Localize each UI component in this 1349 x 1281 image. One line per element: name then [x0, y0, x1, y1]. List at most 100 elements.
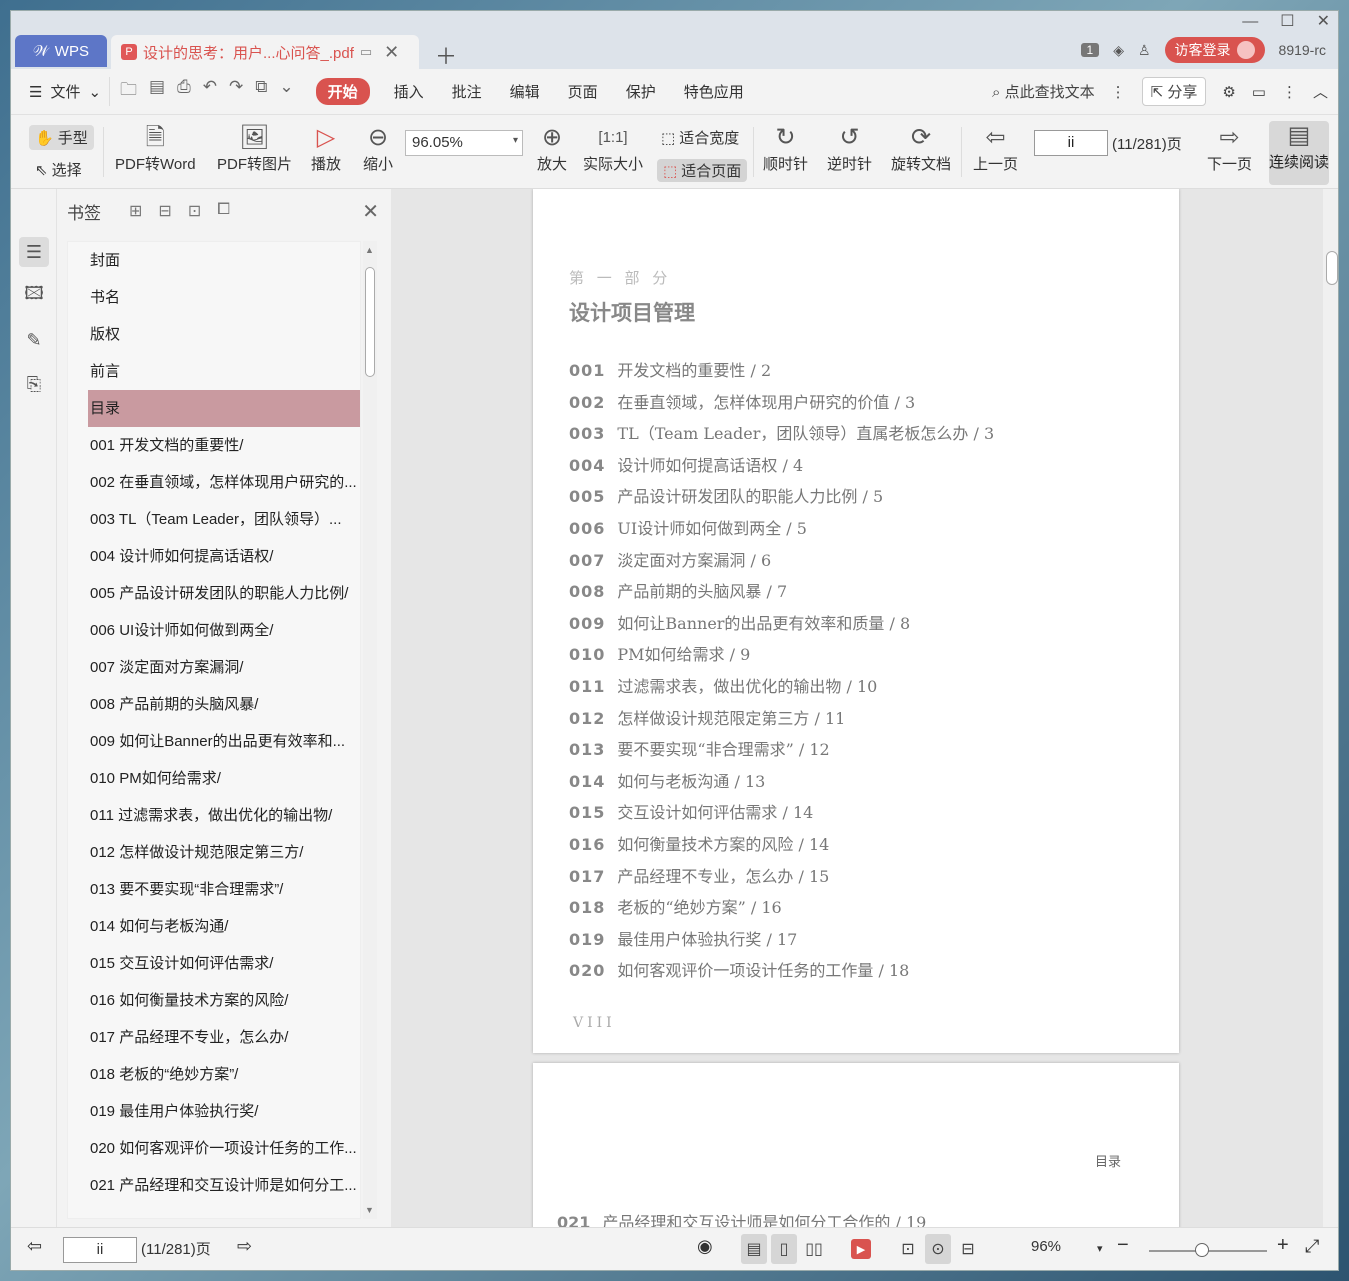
zoom-in-icon[interactable]: + — [1277, 1234, 1289, 1257]
bookmark-item[interactable]: 012 怎样做设计规范限定第三方/ — [68, 834, 360, 871]
add-bookmark-icon[interactable]: ⊡ — [188, 201, 201, 221]
bookmark-item[interactable]: 021 产品经理和交互设计师是如何分工... — [68, 1167, 360, 1204]
tab-start[interactable]: 开始 — [315, 78, 370, 105]
document-tab[interactable]: P 设计的思考：用户...心问答_.pdf ▭ ✕ — [111, 35, 419, 69]
maximize-icon[interactable]: ☐ — [1280, 11, 1294, 33]
next-page-button[interactable]: ⇨ 下一页 — [1207, 123, 1252, 174]
next-page-arrow-icon[interactable]: ⇨ — [237, 1236, 252, 1257]
rotate-clockwise-button[interactable]: ↻ 顺时针 — [763, 123, 808, 174]
fit-width-icon[interactable]: ⊟ — [955, 1234, 981, 1264]
shirt-icon[interactable]: ♙ — [1138, 42, 1151, 59]
zoom-percentage[interactable]: 96% — [1031, 1238, 1061, 1255]
bookmark-item[interactable]: 005 产品设计研发团队的职能人力比例/ — [68, 575, 360, 612]
tab-protect[interactable]: 保护 — [612, 81, 670, 102]
eye-protection-icon[interactable]: ◉ — [697, 1236, 713, 1257]
open-folder-icon[interactable]: 🗀 — [120, 77, 137, 106]
toc-entry[interactable]: 021 产品经理和交互设计师是如何分工合作的 / 19 — [557, 1209, 926, 1227]
single-page-view-icon[interactable]: ▯ — [771, 1234, 797, 1264]
bookmark-item[interactable]: 008 产品前期的头脑风暴/ — [68, 686, 360, 723]
close-window-icon[interactable]: ✕ — [1317, 11, 1330, 33]
thumbnail-icon[interactable]: 🖾 — [19, 281, 49, 311]
toc-entry[interactable]: 018 老板的“绝妙方案” / 16 — [569, 892, 1169, 924]
collapse-all-icon[interactable]: ⊟ — [158, 201, 171, 221]
minimize-icon[interactable]: — — [1242, 11, 1258, 33]
zoom-in-button[interactable]: ⊕ 放大 — [537, 123, 567, 174]
tab-page[interactable]: 页面 — [554, 81, 612, 102]
share-button[interactable]: ⇱ 分享 — [1141, 77, 1207, 106]
play-button[interactable]: ▷ 播放 — [311, 123, 341, 174]
status-page-input[interactable]: ii — [63, 1237, 137, 1263]
tab-edit[interactable]: 编辑 — [496, 81, 554, 102]
bookmark-item[interactable]: 006 UI设计师如何做到两全/ — [68, 612, 360, 649]
toc-entry[interactable]: 012 怎样做设计规范限定第三方 / 11 — [569, 703, 1169, 735]
bookmark-settings-icon[interactable]: ⧠ — [217, 201, 230, 221]
annotation-icon[interactable]: ✎ — [19, 325, 49, 355]
export-icon[interactable]: ⧉ — [255, 77, 267, 106]
toc-entry[interactable]: 010 PM如何给需求 / 9 — [569, 639, 1169, 671]
file-menu[interactable]: ☰ 文件 ⌄ — [11, 81, 101, 102]
expand-all-icon[interactable]: ⊞ — [129, 201, 142, 221]
bookmark-item[interactable]: 目录 — [88, 390, 360, 427]
bookmark-item[interactable]: 016 如何衡量技术方案的风险/ — [68, 982, 360, 1019]
skin-icon[interactable]: ◈ — [1113, 42, 1124, 59]
document-viewport[interactable]: 第 一 部 分 设计项目管理 001 开发文档的重要性 / 2 002 在垂直领域，怎… — [391, 189, 1338, 1227]
comment-icon[interactable]: ▭ — [1252, 83, 1266, 101]
tab-special-apps[interactable]: 特色应用 — [670, 81, 758, 102]
collapse-ribbon-icon[interactable]: ︿ — [1313, 81, 1328, 102]
bookmark-item[interactable]: 010 PM如何给需求/ — [68, 760, 360, 797]
fit-page-icon[interactable]: ⊙ — [925, 1234, 951, 1264]
prev-page-arrow-icon[interactable]: ⇦ — [27, 1236, 42, 1257]
scroll-up-icon[interactable]: ▲ — [365, 245, 374, 255]
two-page-view-icon[interactable]: ▯▯ — [801, 1234, 827, 1264]
bookmark-item[interactable]: 版权 — [68, 316, 360, 353]
guest-login-button[interactable]: 访客登录 — [1164, 37, 1265, 63]
bookmark-item[interactable]: 014 如何与老板沟通/ — [68, 908, 360, 945]
bookmark-item[interactable]: 009 如何让Banner的出品更有效率和... — [68, 723, 360, 760]
more-vertical-icon[interactable]: ⋮ — [1111, 83, 1126, 101]
toc-entry[interactable]: 002 在垂直领域，怎样体现用户研究的价值 / 3 — [569, 387, 1169, 419]
zoom-slider[interactable] — [1149, 1243, 1267, 1257]
rotate-counterclockwise-button[interactable]: ↺ 逆时针 — [827, 123, 872, 174]
pdf-to-image-button[interactable]: 🖼 PDF转图片 — [217, 123, 292, 174]
bookmark-scrollbar[interactable]: ▲ ▼ — [363, 241, 377, 1219]
new-tab-button[interactable]: ＋ — [435, 39, 457, 71]
previous-page-button[interactable]: ⇦ 上一页 — [973, 123, 1018, 174]
fit-width-button[interactable]: ⬚ 适合宽度 — [661, 127, 739, 148]
toc-entry[interactable]: 017 产品经理不专业，怎么办 / 15 — [569, 861, 1169, 893]
scrollbar-thumb[interactable] — [1326, 251, 1338, 285]
signature-icon[interactable]: ⎘ — [19, 369, 49, 399]
page-number-input[interactable]: ii — [1034, 130, 1108, 156]
pdf-to-word-button[interactable]: 🗎 PDF转Word — [115, 123, 196, 174]
fit-page-button[interactable]: ⬚ 适合页面 — [657, 159, 748, 182]
chevron-down-icon[interactable]: ▾ — [1097, 1242, 1103, 1255]
continuous-view-icon[interactable]: ▤ — [741, 1234, 767, 1264]
bookmark-item[interactable]: 007 淡定面对方案漏洞/ — [68, 649, 360, 686]
scrollbar-thumb[interactable] — [365, 267, 375, 377]
zoom-select[interactable]: 96.05% ▾ — [405, 130, 523, 156]
wps-home-tab[interactable]: 𝒲 WPS — [15, 35, 107, 67]
play-icon[interactable]: ▶ — [851, 1239, 871, 1259]
bookmark-item[interactable]: 004 设计师如何提高话语权/ — [68, 538, 360, 575]
toc-entry[interactable]: 020 如何客观评价一项设计任务的工作量 / 18 — [569, 955, 1169, 987]
close-tab-icon[interactable]: ✕ — [384, 42, 399, 63]
bookmark-item[interactable]: 011 过滤需求表，做出优化的输出物/ — [68, 797, 360, 834]
continuous-read-button[interactable]: ▤ 连续阅读 — [1269, 121, 1329, 185]
toc-entry[interactable]: 019 最佳用户体验执行奖 / 17 — [569, 924, 1169, 956]
toc-entry[interactable]: 013 要不要实现“非合理需求” / 12 — [569, 734, 1169, 766]
bookmark-item[interactable]: 019 最佳用户体验执行奖/ — [68, 1093, 360, 1130]
toc-entry[interactable]: 003 TL（Team Leader，团队领导）直属老板怎么办 / 3 — [569, 418, 1169, 450]
bookmark-item[interactable]: 013 要不要实现“非合理需求”/ — [68, 871, 360, 908]
close-panel-icon[interactable]: ✕ — [362, 199, 379, 224]
bookmark-item[interactable]: 017 产品经理不专业，怎么办/ — [68, 1019, 360, 1056]
toc-entry[interactable]: 016 如何衡量技术方案的风险 / 14 — [569, 829, 1169, 861]
document-scrollbar[interactable] — [1323, 189, 1338, 1227]
bookmark-panel-icon[interactable]: ☰ — [19, 237, 49, 267]
save-icon[interactable]: ▤ — [149, 77, 165, 106]
bookmark-item[interactable]: 020 如何客观评价一项设计任务的工作... — [68, 1130, 360, 1167]
find-text-button[interactable]: ⌕ 点此查找文本 — [992, 81, 1095, 102]
tab-annotate[interactable]: 批注 — [438, 81, 496, 102]
undo-icon[interactable]: ↶ — [203, 77, 217, 106]
bookmark-item[interactable]: 015 交互设计如何评估需求/ — [68, 945, 360, 982]
bookmark-item[interactable]: 书名 — [68, 279, 360, 316]
toc-entry[interactable]: 006 UI设计师如何做到两全 / 5 — [569, 513, 1169, 545]
